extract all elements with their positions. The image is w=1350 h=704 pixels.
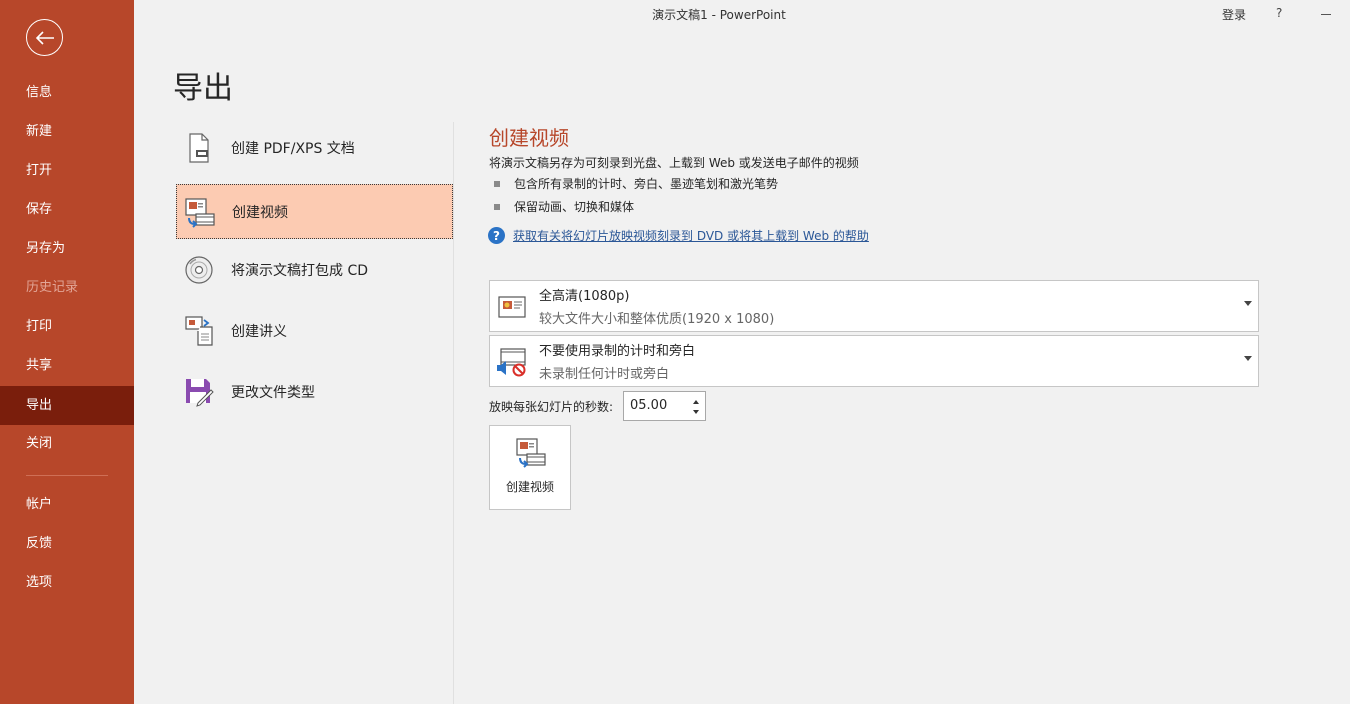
nav-account[interactable]: 帐户 <box>0 485 134 524</box>
spin-down-icon[interactable] <box>693 410 699 414</box>
create-video-icon <box>516 438 546 468</box>
section-title: 创建视频 <box>489 126 569 150</box>
back-button[interactable] <box>26 19 63 56</box>
nav-save-as[interactable]: 另存为 <box>0 229 134 268</box>
bullet-text: 保留动画、切换和媒体 <box>514 200 635 214</box>
help-button[interactable]: ? <box>1276 6 1282 20</box>
window-title: 演示文稿1 - PowerPoint <box>652 8 786 22</box>
nav-divider <box>26 475 108 476</box>
option-package-cd[interactable]: 将演示文稿打包成 CD <box>176 242 453 297</box>
create-video-icon <box>177 184 223 239</box>
spin-up-icon[interactable] <box>693 400 699 404</box>
option-label: 将演示文稿打包成 CD <box>231 262 369 279</box>
bullet-square <box>494 204 500 210</box>
no-timings-icon <box>494 344 530 380</box>
help-question-icon: ? <box>488 227 505 244</box>
chevron-down-icon <box>1244 356 1252 361</box>
bullet-square <box>494 181 500 187</box>
minimize-button[interactable] <box>1321 14 1331 15</box>
nav-save[interactable]: 保存 <box>0 190 134 229</box>
timing-dropdown[interactable]: 不要使用录制的计时和旁白 未录制任何计时或旁白 <box>489 335 1259 387</box>
option-create-handouts[interactable]: 创建讲义 <box>176 303 453 358</box>
option-label: 创建讲义 <box>231 323 287 340</box>
nav-info[interactable]: 信息 <box>0 73 134 112</box>
option-change-file-type[interactable]: 更改文件类型 <box>176 364 453 419</box>
seconds-value[interactable]: 05.00 <box>630 398 667 413</box>
option-label: 更改文件类型 <box>231 384 315 401</box>
save-as-type-icon <box>176 364 222 419</box>
cd-icon <box>176 242 222 297</box>
help-link[interactable]: 获取有关将幻灯片放映视频刻录到 DVD 或将其上载到 Web 的帮助 <box>513 227 869 244</box>
timing-main: 不要使用录制的计时和旁白 <box>539 344 696 359</box>
quality-sub: 较大文件大小和整体优质(1920 x 1080) <box>539 312 775 327</box>
backstage-sidebar: 信息 新建 打开 保存 另存为 历史记录 打印 共享 导出 关闭 帐户 反馈 选… <box>0 0 134 704</box>
bullet-item: 保留动画、切换和媒体 <box>494 198 634 215</box>
option-create-video[interactable]: 创建视频 <box>176 184 453 239</box>
quality-dropdown[interactable]: 全高清(1080p) 较大文件大小和整体优质(1920 x 1080) <box>489 280 1259 332</box>
back-arrow-icon <box>35 30 54 45</box>
option-label: 创建视频 <box>232 204 288 221</box>
bullet-text: 包含所有录制的计时、旁白、墨迹笔划和激光笔势 <box>514 177 779 191</box>
handouts-icon <box>176 303 222 358</box>
nav-export[interactable]: 导出 <box>0 386 134 425</box>
bullet-item: 包含所有录制的计时、旁白、墨迹笔划和激光笔势 <box>494 175 778 192</box>
presentation-quality-icon <box>494 289 530 325</box>
nav-open[interactable]: 打开 <box>0 151 134 190</box>
nav-new[interactable]: 新建 <box>0 112 134 151</box>
nav-share[interactable]: 共享 <box>0 346 134 385</box>
timing-sub: 未录制任何计时或旁白 <box>539 367 670 382</box>
pdf-document-icon <box>176 120 222 175</box>
title-bar: 演示文稿1 - PowerPoint 登录 ? <box>134 0 1350 28</box>
create-video-button[interactable]: 创建视频 <box>489 425 571 510</box>
section-description: 将演示文稿另存为可刻录到光盘、上载到 Web 或发送电子邮件的视频 <box>489 156 859 170</box>
help-link-row: ? 获取有关将幻灯片放映视频刻录到 DVD 或将其上载到 Web 的帮助 <box>488 227 869 244</box>
chevron-down-icon <box>1244 301 1252 306</box>
option-create-pdf-xps[interactable]: 创建 PDF/XPS 文档 <box>176 120 453 175</box>
nav-options[interactable]: 选项 <box>0 563 134 602</box>
option-label: 创建 PDF/XPS 文档 <box>231 140 355 157</box>
nav-history[interactable]: 历史记录 <box>0 268 134 307</box>
nav-print[interactable]: 打印 <box>0 307 134 346</box>
create-video-button-label: 创建视频 <box>505 480 554 494</box>
seconds-spinner[interactable]: 05.00 <box>623 391 706 421</box>
page-title: 导出 <box>173 71 233 106</box>
seconds-label: 放映每张幻灯片的秒数: <box>489 400 614 414</box>
quality-main: 全高清(1080p) <box>539 289 630 304</box>
nav-feedback[interactable]: 反馈 <box>0 524 134 563</box>
nav-close[interactable]: 关闭 <box>0 424 134 463</box>
sign-in-link[interactable]: 登录 <box>1222 6 1246 23</box>
panel-divider <box>453 122 454 704</box>
